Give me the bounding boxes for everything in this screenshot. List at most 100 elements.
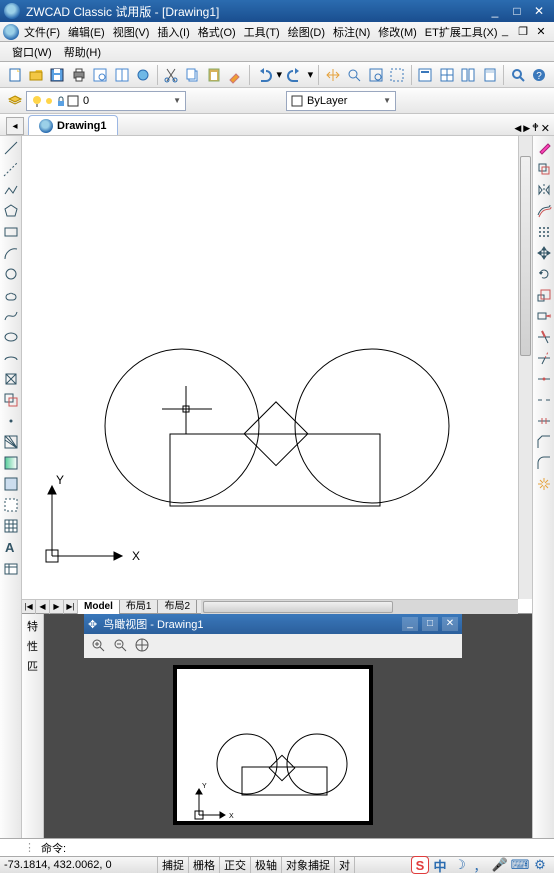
tab-nav-right[interactable]: ▶ bbox=[523, 123, 530, 134]
polygon-icon[interactable] bbox=[1, 201, 21, 221]
aerial-max[interactable]: □ bbox=[422, 617, 438, 631]
rectangle-icon[interactable] bbox=[1, 222, 21, 242]
menu-edit[interactable]: 编辑(E) bbox=[64, 24, 109, 40]
ellipse-arc-icon[interactable] bbox=[1, 348, 21, 368]
new-icon[interactable] bbox=[4, 64, 25, 86]
publish-icon[interactable] bbox=[132, 64, 153, 86]
menu-format[interactable]: 格式(O) bbox=[194, 24, 240, 40]
copy-icon[interactable] bbox=[182, 64, 203, 86]
point-icon[interactable] bbox=[1, 411, 21, 431]
aerial-titlebar[interactable]: ✥ 鸟瞰视图 - Drawing1 _ □ ✕ bbox=[84, 614, 462, 634]
h-scroll-track[interactable] bbox=[201, 600, 518, 614]
tray-keyboard-icon[interactable]: ⌨ bbox=[512, 857, 528, 873]
table2-icon[interactable] bbox=[1, 558, 21, 578]
maximize-button[interactable]: □ bbox=[506, 3, 528, 19]
offset-icon[interactable] bbox=[534, 201, 554, 221]
xline-icon[interactable] bbox=[1, 159, 21, 179]
preview2-icon[interactable] bbox=[111, 64, 132, 86]
tray-app-icon[interactable]: S bbox=[412, 857, 428, 873]
menu-tools[interactable]: 工具(T) bbox=[240, 24, 284, 40]
layer-combo[interactable]: 0 ▼ bbox=[26, 91, 186, 111]
fillet-icon[interactable] bbox=[534, 453, 554, 473]
tray-gear-icon[interactable]: ⚙ bbox=[532, 857, 548, 873]
break-point-icon[interactable] bbox=[534, 369, 554, 389]
status-polar[interactable]: 极轴 bbox=[251, 857, 282, 873]
preview-icon[interactable] bbox=[90, 64, 111, 86]
help-icon[interactable]: ? bbox=[529, 64, 550, 86]
match-icon[interactable] bbox=[225, 64, 246, 86]
close-button[interactable]: ✕ bbox=[528, 3, 550, 19]
properties-tab-vertical[interactable]: 特 性 匹 bbox=[22, 614, 44, 838]
join-icon[interactable] bbox=[534, 411, 554, 431]
extend-icon[interactable] bbox=[534, 348, 554, 368]
cut-icon[interactable] bbox=[161, 64, 182, 86]
pan-icon[interactable] bbox=[322, 64, 343, 86]
status-snap[interactable]: 捕捉 bbox=[158, 857, 189, 873]
zoom-global-icon[interactable] bbox=[134, 637, 150, 656]
open-icon[interactable] bbox=[25, 64, 46, 86]
stretch-icon[interactable] bbox=[534, 306, 554, 326]
mdi-restore[interactable]: ❐ bbox=[514, 25, 532, 38]
tray-mic-icon[interactable]: 🎤 bbox=[492, 857, 508, 873]
ellipse-icon[interactable] bbox=[1, 327, 21, 347]
move-icon[interactable] bbox=[534, 243, 554, 263]
break-icon[interactable] bbox=[534, 390, 554, 410]
calc-icon[interactable] bbox=[479, 64, 500, 86]
hatch-icon[interactable] bbox=[1, 432, 21, 452]
explode-icon[interactable] bbox=[534, 474, 554, 494]
status-coords[interactable]: -73.1814, 432.0062, 0 bbox=[0, 857, 158, 873]
tray-comma-icon[interactable]: ， bbox=[472, 857, 488, 873]
trim-icon[interactable] bbox=[534, 327, 554, 347]
save-icon[interactable] bbox=[47, 64, 68, 86]
tab-close-icon[interactable]: ✕ bbox=[541, 122, 550, 135]
copy-obj-icon[interactable] bbox=[534, 159, 554, 179]
tab-nav-first[interactable]: ◂ bbox=[6, 117, 24, 135]
tab-pin-icon[interactable]: 🕈 bbox=[532, 122, 539, 135]
revcloud-icon[interactable] bbox=[1, 285, 21, 305]
table-icon[interactable] bbox=[1, 516, 21, 536]
properties-icon[interactable] bbox=[415, 64, 436, 86]
rotate-icon[interactable] bbox=[534, 264, 554, 284]
zoom-in-icon[interactable] bbox=[90, 637, 106, 656]
tray-moon-icon[interactable]: ☽ bbox=[452, 857, 468, 873]
spline-icon[interactable] bbox=[1, 306, 21, 326]
wipeout-icon[interactable] bbox=[1, 495, 21, 515]
circle-icon[interactable] bbox=[1, 264, 21, 284]
zoom-realtime-icon[interactable] bbox=[344, 64, 365, 86]
tool-palettes-icon[interactable] bbox=[457, 64, 478, 86]
mirror-icon[interactable] bbox=[534, 180, 554, 200]
zoom-out-icon[interactable] bbox=[112, 637, 128, 656]
menu-insert[interactable]: 插入(I) bbox=[153, 24, 193, 40]
layer-props-icon[interactable] bbox=[4, 90, 26, 112]
mdi-close[interactable]: ✕ bbox=[532, 25, 550, 38]
status-osnap[interactable]: 对象捕捉 bbox=[282, 857, 335, 873]
status-grid[interactable]: 栅格 bbox=[189, 857, 220, 873]
menu-view[interactable]: 视图(V) bbox=[109, 24, 154, 40]
aerial-canvas[interactable]: XY bbox=[84, 658, 462, 832]
menu-ext[interactable]: ET扩展工具(X) bbox=[421, 24, 502, 40]
menu-modify[interactable]: 修改(M) bbox=[374, 24, 421, 40]
chamfer-icon[interactable] bbox=[534, 432, 554, 452]
line-icon[interactable] bbox=[1, 138, 21, 158]
color-combo[interactable]: ByLayer ▼ bbox=[286, 91, 396, 111]
menu-window[interactable]: 窗口(W) bbox=[6, 44, 58, 60]
layout-tab-1[interactable]: 布局1 bbox=[120, 600, 159, 614]
redo-dd-icon[interactable]: ▾ bbox=[306, 64, 316, 86]
gradient-icon[interactable] bbox=[1, 453, 21, 473]
tab-document[interactable]: Drawing1 bbox=[28, 115, 118, 135]
layout-tab-2[interactable]: 布局2 bbox=[158, 600, 197, 614]
scale-icon[interactable] bbox=[534, 285, 554, 305]
find-icon[interactable] bbox=[507, 64, 528, 86]
tray-ime-icon[interactable]: 中 bbox=[432, 857, 448, 873]
v-scrollbar[interactable] bbox=[518, 136, 532, 599]
erase-icon[interactable] bbox=[534, 138, 554, 158]
menu-annotate[interactable]: 标注(N) bbox=[329, 24, 374, 40]
status-ortho[interactable]: 正交 bbox=[220, 857, 251, 873]
layout-first[interactable]: |◀ bbox=[22, 600, 36, 614]
make-block-icon[interactable] bbox=[1, 390, 21, 410]
menu-file[interactable]: 文件(F) bbox=[20, 24, 64, 40]
status-more[interactable]: 对 bbox=[335, 857, 355, 873]
mdi-minimize[interactable]: _ bbox=[496, 25, 514, 38]
print-icon[interactable] bbox=[68, 64, 89, 86]
paste-icon[interactable] bbox=[203, 64, 224, 86]
